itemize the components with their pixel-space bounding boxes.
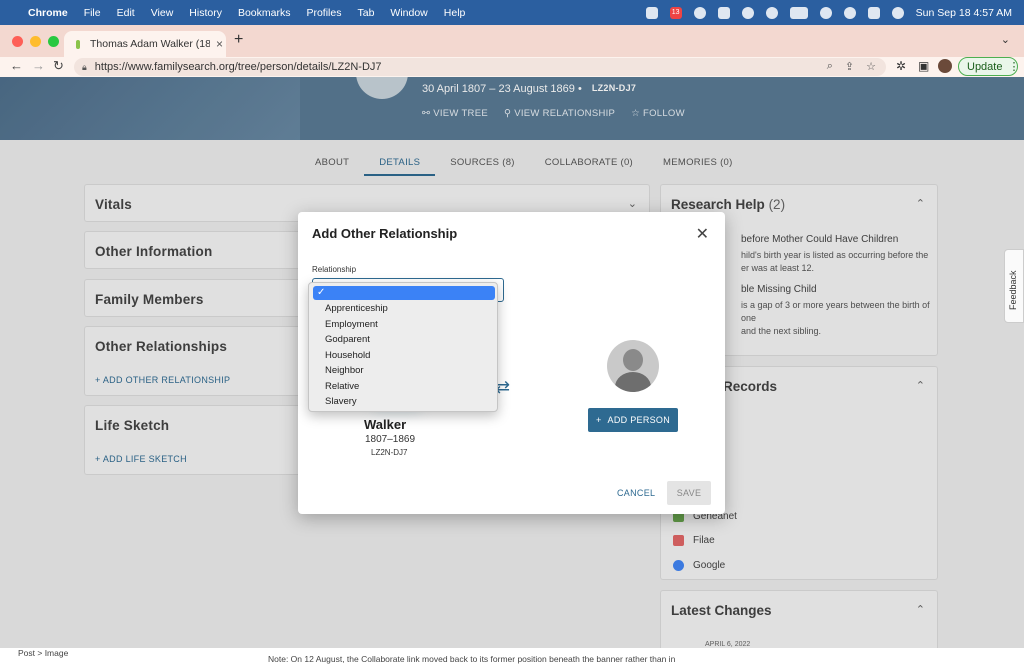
battery-icon[interactable] <box>789 6 808 19</box>
close-window-button[interactable] <box>12 36 23 47</box>
menu-bookmarks[interactable]: Bookmarks <box>238 7 291 19</box>
menu-history[interactable]: History <box>189 7 222 19</box>
menu-view[interactable]: View <box>151 7 174 19</box>
tab-title: Thomas Adam Walker (1807–18 <box>90 38 210 50</box>
dialog-title: Add Other Relationship <box>312 226 458 241</box>
extensions-puzzle-icon[interactable]: ✲ <box>896 59 906 73</box>
option-neighbor[interactable]: Neighbor <box>325 365 364 376</box>
tab-strip: Thomas Adam Walker (1807–18 × <box>0 25 1024 57</box>
side-panel-icon[interactable]: ▣ <box>918 59 929 73</box>
option-relative[interactable]: Relative <box>325 381 359 392</box>
unknown-person-avatar <box>607 340 659 392</box>
minimize-window-button[interactable] <box>30 36 41 47</box>
footer-strip: Post > Image Note: On 12 August, the Col… <box>0 648 1024 665</box>
option-empty-selected[interactable]: ✓ <box>313 286 495 300</box>
add-person-button[interactable]: + ADD PERSON <box>588 408 678 432</box>
relationship-label: Relationship <box>312 265 357 274</box>
option-godparent[interactable]: Godparent <box>325 334 370 345</box>
menu-tab[interactable]: Tab <box>357 7 374 19</box>
siri-icon[interactable] <box>891 6 904 19</box>
menu-app-name[interactable]: Chrome <box>28 7 68 19</box>
footer-note: Note: On 12 August, the Collaborate link… <box>268 654 676 664</box>
menu-file[interactable]: File <box>84 7 101 19</box>
media-icon[interactable] <box>693 6 706 19</box>
menu-edit[interactable]: Edit <box>117 7 135 19</box>
menu-window[interactable]: Window <box>390 7 427 19</box>
notification-badge-icon[interactable]: 13 <box>669 6 682 19</box>
menu-clock[interactable]: Sun Sep 18 4:57 AM <box>916 7 1012 19</box>
feedback-tab[interactable]: Feedback <box>1004 249 1024 323</box>
option-slavery[interactable]: Slavery <box>325 396 357 407</box>
option-employment[interactable]: Employment <box>325 319 378 330</box>
zoom-window-button[interactable] <box>48 36 59 47</box>
tab-search-chevron-icon[interactable]: ⌄ <box>1001 33 1010 46</box>
wifi-icon[interactable] <box>819 6 832 19</box>
footer-breadcrumb[interactable]: Post > Image <box>18 648 68 658</box>
menu-bar: Chrome File Edit View History Bookmarks … <box>0 0 1024 25</box>
browser-tab[interactable]: Thomas Adam Walker (1807–18 × <box>64 31 226 57</box>
update-label: Update <box>967 60 1003 73</box>
control-center-icon[interactable] <box>867 6 880 19</box>
familysearch-favicon-icon <box>72 38 84 50</box>
back-arrow-icon[interactable]: ← <box>10 58 23 73</box>
window-controls <box>12 36 59 47</box>
option-apprenticeship[interactable]: Apprenticeship <box>325 303 388 314</box>
save-button[interactable]: SAVE <box>667 481 711 505</box>
update-button[interactable]: Update ⋮ <box>958 57 1019 76</box>
bookmark-star-icon[interactable]: ☆ <box>866 60 876 73</box>
zoom-icon[interactable]: ⌕ <box>827 60 833 73</box>
cancel-button[interactable]: CANCEL <box>617 488 655 498</box>
share-icon[interactable]: ⇪ <box>845 60 854 73</box>
page-content: 30 April 1807 – 23 August 1869 • LZ2N-DJ… <box>0 77 1024 665</box>
m-app-icon[interactable] <box>717 6 730 19</box>
person-lifespan: 1807–1869 <box>365 434 416 445</box>
menu-help[interactable]: Help <box>444 7 466 19</box>
close-tab-icon[interactable]: × <box>216 37 223 51</box>
close-icon[interactable]: ✕ <box>696 224 709 244</box>
forward-arrow-icon[interactable]: → <box>32 58 45 73</box>
reload-icon[interactable]: ↻ <box>53 58 64 74</box>
person-pid: LZ2N-DJ7 <box>371 448 408 457</box>
address-bar[interactable]: 🔒︎ https://www.familysearch.org/tree/per… <box>74 58 886 76</box>
lock-icon[interactable]: 🔒︎ <box>82 62 87 73</box>
relationship-options-list: ✓ Apprenticeship Employment Godparent Ho… <box>308 282 498 412</box>
camera-icon[interactable] <box>645 6 658 19</box>
feedback-label: Feedback <box>1008 270 1018 310</box>
kebab-menu-icon[interactable]: ⋮ <box>1008 60 1019 73</box>
moon-icon[interactable] <box>765 6 778 19</box>
url-text[interactable]: https://www.familysearch.org/tree/person… <box>95 61 382 73</box>
search-icon[interactable] <box>843 6 856 19</box>
option-household[interactable]: Household <box>325 350 370 361</box>
person-name: Walker <box>364 417 407 432</box>
menu-profiles[interactable]: Profiles <box>306 7 341 19</box>
new-tab-plus-icon[interactable]: + <box>234 31 243 49</box>
profile-avatar[interactable] <box>938 59 952 73</box>
play-icon[interactable] <box>741 6 754 19</box>
